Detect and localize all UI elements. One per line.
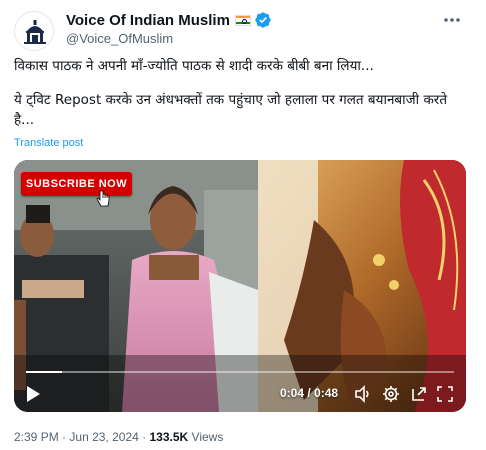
author-name-row: Voice Of Indian Muslim bbox=[66, 10, 272, 30]
tweet-time[interactable]: 2:39 PM bbox=[14, 430, 59, 444]
meta-separator: · bbox=[62, 430, 67, 444]
video-time-display: 0:04 / 0:48 bbox=[280, 386, 339, 400]
author-display-name[interactable]: Voice Of Indian Muslim bbox=[66, 12, 230, 29]
hand-cursor-icon bbox=[96, 190, 110, 207]
popout-icon[interactable] bbox=[410, 385, 428, 403]
tweet-text-line-2: ये ट्विट Repost करके उन अंधभक्तों तक पहु… bbox=[14, 92, 448, 128]
video-frame bbox=[14, 160, 466, 412]
subscribe-now-overlay: SUBSCRIBE NOW bbox=[21, 172, 132, 196]
settings-gear-icon[interactable] bbox=[382, 385, 400, 403]
views-count: 133.5K bbox=[149, 430, 189, 444]
author-handle[interactable]: @Voice_OfMuslim bbox=[66, 31, 173, 46]
more-icon bbox=[444, 18, 460, 22]
views-label: Views bbox=[191, 430, 224, 444]
verified-badge-icon bbox=[255, 12, 271, 28]
tweet-card: Voice Of Indian Muslim @Voice_OfMuslim व… bbox=[0, 0, 486, 450]
more-options-button[interactable] bbox=[440, 10, 464, 30]
video-progress-fill bbox=[26, 371, 62, 373]
avatar[interactable] bbox=[14, 11, 54, 51]
fullscreen-icon[interactable] bbox=[436, 385, 454, 403]
tweet-text-line-1: विकास पाठक ने अपनी माँ-ज्योति पाठक से शा… bbox=[14, 58, 374, 74]
tweet-date[interactable]: Jun 23, 2024 bbox=[69, 430, 138, 444]
volume-icon[interactable] bbox=[354, 385, 372, 403]
tweet-text: विकास पाठक ने अपनी माँ-ज्योति पाठक से शा… bbox=[14, 56, 470, 144]
video-progress-bar[interactable] bbox=[26, 371, 454, 373]
video-player[interactable]: SUBSCRIBE NOW 0:04 / 0:48 bbox=[14, 160, 466, 412]
play-icon[interactable] bbox=[23, 384, 43, 404]
meta-separator: · bbox=[142, 430, 147, 444]
india-flag-icon bbox=[234, 14, 251, 26]
tweet-meta: 2:39 PM · Jun 23, 2024 · 133.5K Views bbox=[14, 430, 223, 444]
translate-post-link[interactable]: Translate post bbox=[14, 137, 83, 149]
